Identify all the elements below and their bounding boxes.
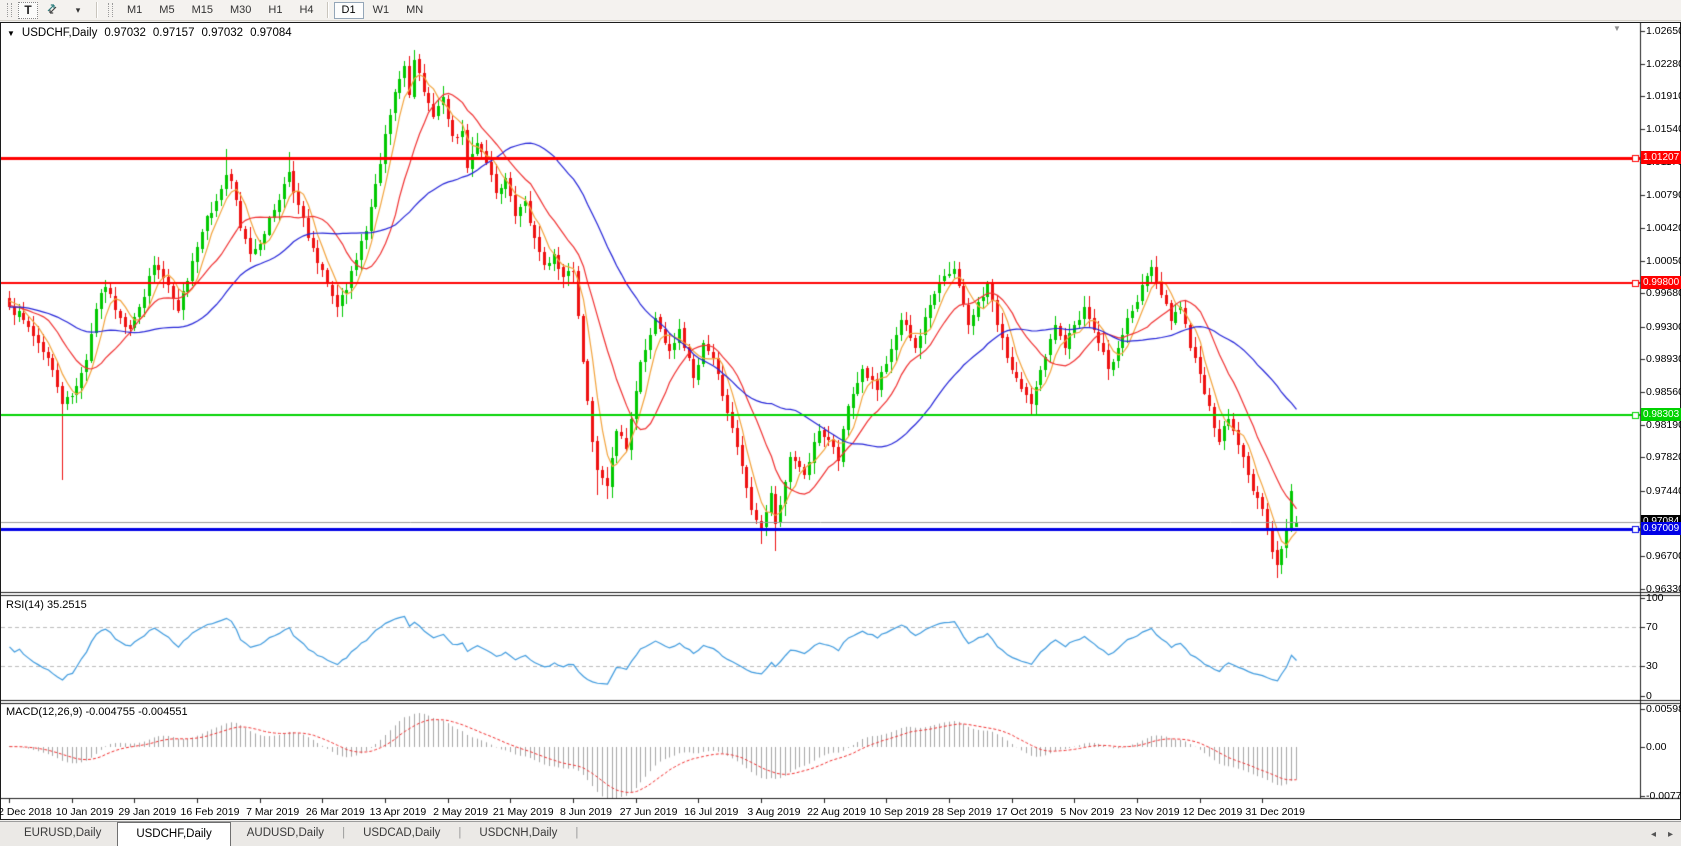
cursor-arrows-button[interactable]	[40, 1, 64, 20]
tab-audusd[interactable]: AUDUSD,Daily	[231, 822, 340, 846]
tab-separator: |	[573, 822, 580, 846]
macd-indicator-label: MACD(12,26,9) -0.004755 -0.004551	[6, 706, 188, 718]
chart-title: ▼ USDCHF,Daily 0.97032 0.97157 0.97032 0…	[7, 27, 292, 39]
chart-tabs: EURUSD,DailyUSDCHF,DailyAUDUSD,Daily|USD…	[0, 822, 1681, 846]
timeframe-button-mn[interactable]: MN	[398, 2, 431, 19]
timeframe-button-h4[interactable]: H4	[291, 2, 321, 19]
collapse-triangle-icon[interactable]: ▼	[7, 29, 15, 38]
tab-separator: |	[456, 822, 463, 846]
tab-eurusd[interactable]: EURUSD,Daily	[8, 822, 117, 846]
timeframe-button-w1[interactable]: W1	[365, 2, 398, 19]
toolbar-separator	[96, 2, 98, 18]
tab-scroll-right-icon[interactable]: ▸	[1668, 829, 1673, 840]
timeframe-button-group: M1M5M15M30H1H4 D1W1MN	[119, 2, 431, 19]
timeframe-button-m5[interactable]: M5	[151, 2, 182, 19]
toolbar-separator	[327, 2, 329, 18]
timeframe-button-d1[interactable]: D1	[334, 2, 364, 19]
tab-separator: |	[340, 822, 347, 846]
chart-tab-bar: EURUSD,DailyUSDCHF,DailyAUDUSD,Daily|USD…	[0, 821, 1681, 846]
chart-symbol: USDCHF,Daily	[22, 27, 97, 39]
toolbar-grip	[108, 3, 113, 17]
ohlc-low: 0.97032	[201, 27, 243, 39]
price-chart-canvas[interactable]	[1, 23, 1680, 819]
top-toolbar: T ▾ M1M5M15M30H1H4 D1W1MN	[0, 0, 1681, 21]
tab-usdcnh[interactable]: USDCNH,Daily	[463, 822, 573, 846]
ohlc-high: 0.97157	[153, 27, 195, 39]
tab-scroll-left-icon[interactable]: ◂	[1651, 829, 1656, 840]
chart-window: ▼ USDCHF,Daily 0.97032 0.97157 0.97032 0…	[0, 22, 1681, 820]
text-tool-button[interactable]: T	[18, 2, 38, 19]
timeframe-button-m1[interactable]: M1	[119, 2, 150, 19]
dropdown-caret-icon[interactable]: ▾	[66, 1, 90, 20]
arrows-icon	[45, 2, 59, 19]
ohlc-open: 0.97032	[104, 27, 146, 39]
mt4-application: { "toolbar": { "text_tool": "T", "timefr…	[0, 0, 1681, 846]
timeframe-button-m30[interactable]: M30	[222, 2, 259, 19]
rsi-indicator-label: RSI(14) 35.2515	[6, 599, 87, 611]
chart-shift-marker-icon[interactable]: ▼	[1613, 24, 1621, 33]
tab-usdchf[interactable]: USDCHF,Daily	[117, 822, 230, 846]
ohlc-close: 0.97084	[250, 27, 292, 39]
tab-scroll-controls: ◂ ▸	[1651, 829, 1673, 840]
tab-usdcad[interactable]: USDCAD,Daily	[347, 822, 456, 846]
timeframe-button-m15[interactable]: M15	[184, 2, 221, 19]
toolbar-grip	[7, 3, 12, 17]
timeframe-button-h1[interactable]: H1	[260, 2, 290, 19]
